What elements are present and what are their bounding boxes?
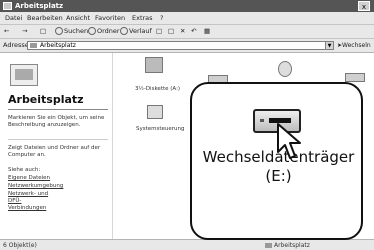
search-button[interactable]: Suchen [55, 25, 88, 38]
control-panel-icon [147, 105, 163, 119]
drive-led [260, 119, 264, 122]
divider [8, 109, 108, 110]
menu-ansicht[interactable]: Ansicht [66, 12, 90, 24]
up-folder-icon[interactable]: □ [40, 25, 46, 38]
toolbar: ← → □ Suchen Ordner Verlauf □ □ ✕ ↶ ▦ [0, 25, 374, 39]
link-netzwerkverbindungen[interactable]: Netzwerk- und DFÜ-Verbindungen [8, 191, 58, 212]
selection-hint: Markieren Sie ein Objekt, um seine Besch… [8, 115, 105, 128]
zoom-callout: Wechseldatenträger (E:) [190, 82, 363, 240]
chevron-down-icon[interactable]: ▼ [325, 41, 334, 50]
menu-datei[interactable]: Datei [5, 12, 22, 24]
delete-icon[interactable]: ✕ [180, 25, 185, 38]
object-count: 6 Objekt(e) [3, 242, 37, 249]
window-title: Arbeitsplatz [15, 2, 64, 10]
floppy-drive-label: 3½-Diskette (A:) [135, 86, 181, 92]
folders-button[interactable]: Ordner [88, 25, 120, 38]
control-panel-label: Systemsteuerung [136, 126, 185, 132]
views-icon[interactable]: ▦ [204, 25, 210, 38]
status-bar: 6 Objekt(e) Arbeitsplatz [0, 239, 374, 250]
menu-bearbeiten[interactable]: Bearbeiten [27, 12, 63, 24]
cd-drive-icon[interactable] [278, 61, 292, 77]
go-button[interactable]: ➤Wechseln [337, 39, 371, 52]
menu-help[interactable]: ? [160, 12, 163, 24]
history-icon [120, 27, 128, 35]
history-button[interactable]: Verlauf [120, 25, 152, 38]
menu-favoriten[interactable]: Favoriten [95, 12, 125, 24]
menu-extras[interactable]: Extras [132, 12, 153, 24]
show-contents-link[interactable]: Zeigt Dateien und Ordner auf der Compute… [8, 145, 108, 159]
search-icon [55, 27, 63, 35]
computer-icon [10, 64, 38, 86]
address-bar: Adresse Arbeitsplatz ▼ ➤Wechseln [0, 39, 374, 53]
link-netzwerkumgebung[interactable]: Netzwerkumgebung [8, 183, 63, 190]
move-to-icon[interactable]: □ [156, 25, 162, 38]
info-pane: Arbeitsplatz Markieren Sie ein Objekt, u… [0, 53, 113, 239]
link-eigene-dateien[interactable]: Eigene Dateien [8, 175, 50, 182]
address-input[interactable]: Arbeitsplatz [27, 41, 334, 50]
title-bar: Arbeitsplatz x [0, 0, 374, 12]
status-location: Arbeitsplatz [265, 240, 310, 250]
menu-bar: Datei Bearbeiten Ansicht Favoriten Extra… [0, 12, 374, 25]
divider [8, 139, 108, 140]
address-label: Adresse [3, 41, 29, 49]
see-also-label: Siehe auch: [8, 167, 41, 173]
close-button[interactable]: x [358, 1, 370, 11]
pane-title: Arbeitsplatz [8, 93, 84, 106]
computer-icon [265, 243, 272, 248]
floppy-drive-icon [145, 57, 163, 73]
undo-icon[interactable]: ↶ [191, 25, 196, 38]
computer-icon [30, 43, 37, 48]
mouse-cursor-icon [277, 123, 301, 159]
computer-icon [3, 2, 12, 10]
address-value: Arbeitsplatz [40, 42, 76, 49]
copy-to-icon[interactable]: □ [168, 25, 174, 38]
forward-icon[interactable]: → [22, 25, 27, 38]
back-icon[interactable]: ← [4, 25, 9, 38]
folders-icon [88, 27, 96, 35]
screen: Arbeitsplatz x Datei Bearbeiten Ansicht … [0, 0, 374, 250]
removable-drive-icon[interactable] [345, 73, 365, 82]
